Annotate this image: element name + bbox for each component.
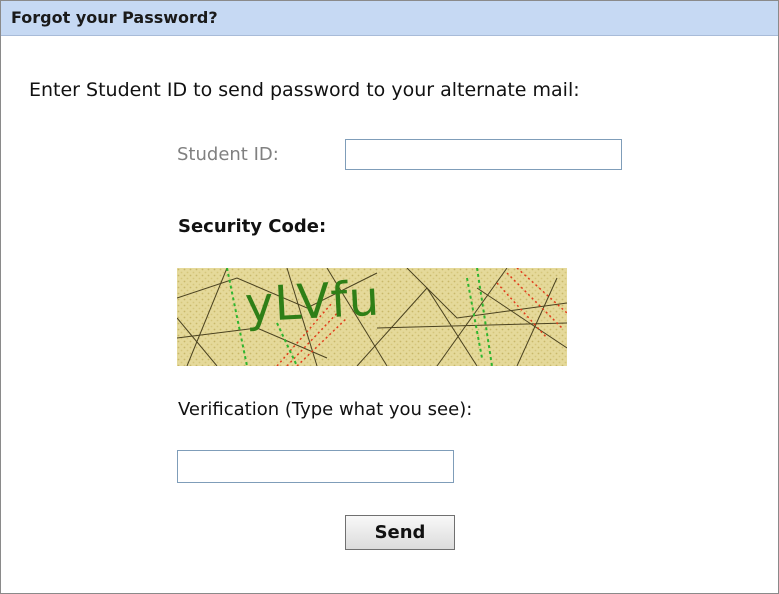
student-id-input[interactable] xyxy=(345,139,622,170)
captcha-image: yLVfu xyxy=(177,268,567,366)
forgot-password-panel: Forgot your Password? Enter Student ID t… xyxy=(0,0,779,594)
verification-label: Verification (Type what you see): xyxy=(178,399,473,420)
security-code-label: Security Code: xyxy=(178,216,327,237)
send-button[interactable]: Send xyxy=(345,515,455,550)
panel-title: Forgot your Password? xyxy=(11,8,218,27)
intro-text: Enter Student ID to send password to you… xyxy=(29,79,580,101)
verification-input[interactable] xyxy=(177,450,454,483)
panel-header: Forgot your Password? xyxy=(1,1,778,36)
student-id-label: Student ID: xyxy=(177,144,279,165)
captcha-text: yLVfu xyxy=(243,270,382,334)
